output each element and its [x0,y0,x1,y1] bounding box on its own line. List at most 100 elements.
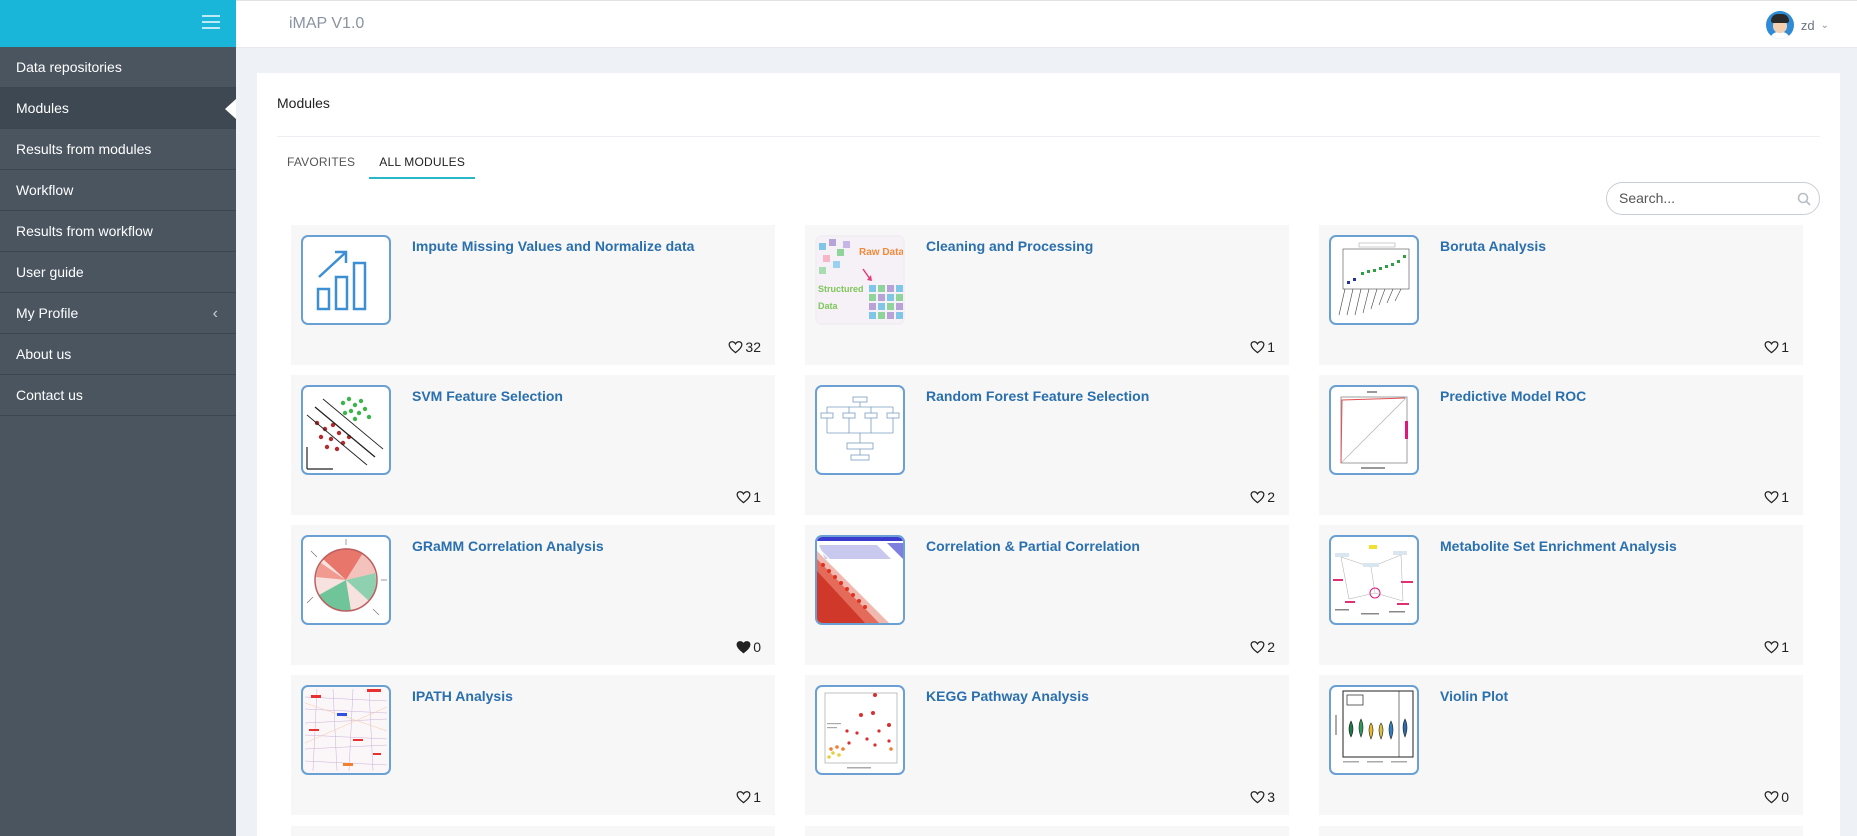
svm-scatter-icon [301,385,391,475]
sidebar-item-results-from-workflow[interactable]: Results from workflow [0,211,236,252]
module-card[interactable]: GRaMM Correlation Analysis 0 [291,525,775,665]
like-count: 1 [1781,639,1789,655]
sidebar-item-label: About us [16,346,72,362]
heart-outline-icon[interactable] [1764,640,1779,654]
boruta-plot-icon [1329,235,1419,325]
module-title[interactable]: SVM Feature Selection [412,388,563,404]
module-title[interactable]: Predictive Model ROC [1440,388,1586,404]
heart-filled-icon[interactable] [736,640,751,654]
module-card[interactable]: Metabolite Set Enrichment Analysis 1 [1319,525,1803,665]
heart-outline-icon[interactable] [728,340,743,354]
heart-outline-icon[interactable] [1250,790,1265,804]
tab-favorites[interactable]: FAVORITES [277,155,365,179]
sidebar-item-label: Contact us [16,387,83,403]
enrichment-network-icon [1329,535,1419,625]
like-counter[interactable]: 0 [736,639,761,655]
module-card[interactable]: KEGG Pathway Analysis 3 [805,675,1289,815]
heart-outline-icon[interactable] [1250,640,1265,654]
heart-outline-icon[interactable] [1250,340,1265,354]
roc-curve-icon [1329,385,1419,475]
page-title: Modules [277,95,330,111]
correlation-matrix-icon [815,535,905,625]
sidebar-item-workflow[interactable]: Workflow [0,170,236,211]
module-card[interactable]: Violin Plot 0 [1319,675,1803,815]
like-count: 2 [1267,489,1275,505]
user-menu[interactable]: zd ⌄ [1765,11,1829,39]
module-title[interactable]: GRaMM Correlation Analysis [412,538,604,554]
heart-outline-icon[interactable] [1764,340,1779,354]
module-card-partial[interactable] [291,826,775,836]
like-counter[interactable]: 1 [1764,639,1789,655]
sidebar-item-about-us[interactable]: About us [0,334,236,375]
module-title[interactable]: Random Forest Feature Selection [926,388,1149,404]
module-card[interactable]: IPATH Analysis 1 [291,675,775,815]
sidebar-header [0,0,236,47]
like-count: 1 [1781,489,1789,505]
sidebar-item-contact-us[interactable]: Contact us [0,375,236,416]
like-count: 1 [753,489,761,505]
sidebar-item-modules[interactable]: Modules [0,88,236,129]
sidebar-item-data-repositories[interactable]: Data repositories [0,47,236,88]
search-box [1606,182,1820,215]
like-counter[interactable]: 1 [1764,339,1789,355]
like-count: 0 [753,639,761,655]
hamburger-menu-icon[interactable] [202,15,220,29]
like-counter[interactable]: 2 [1250,639,1275,655]
like-counter[interactable]: 1 [1764,489,1789,505]
module-title[interactable]: Metabolite Set Enrichment Analysis [1440,538,1677,554]
module-title[interactable]: Correlation & Partial Correlation [926,538,1140,554]
module-card[interactable]: Correlation & Partial Correlation 2 [805,525,1289,665]
heart-outline-icon[interactable] [1764,490,1779,504]
module-tabs: FAVORITES ALL MODULES [277,155,479,179]
chevron-down-icon: ⌄ [1820,19,1829,31]
module-card-partial[interactable] [805,826,1289,836]
module-title[interactable]: KEGG Pathway Analysis [926,688,1089,704]
module-card[interactable]: SVM Feature Selection 1 [291,375,775,515]
heart-outline-icon[interactable] [736,490,751,504]
like-counter[interactable]: 1 [736,489,761,505]
like-count: 2 [1267,639,1275,655]
pathway-map-icon [301,685,391,775]
sidebar-item-results-from-modules[interactable]: Results from modules [0,129,236,170]
module-card-partial[interactable] [1319,826,1803,836]
like-counter[interactable]: 32 [728,339,761,355]
sidebar-item-label: Results from workflow [16,223,153,239]
sidebar-nav: Data repositories Modules Results from m… [0,47,236,416]
like-counter[interactable]: 1 [1250,339,1275,355]
sidebar: Data repositories Modules Results from m… [0,0,236,836]
heart-outline-icon[interactable] [1764,790,1779,804]
heart-outline-icon[interactable] [1250,490,1265,504]
module-card[interactable]: Random Forest Feature Selection 2 [805,375,1289,515]
module-title[interactable]: Impute Missing Values and Normalize data [412,238,694,254]
like-count: 32 [745,339,761,355]
search-input[interactable] [1619,190,1789,206]
search-icon[interactable] [1797,192,1811,206]
like-count: 1 [753,789,761,805]
sidebar-item-my-profile[interactable]: My Profile ‹ [0,293,236,334]
user-name: zd [1800,17,1815,33]
module-title[interactable]: Cleaning and Processing [926,238,1093,254]
chevron-left-icon: ‹ [212,305,218,322]
sidebar-item-user-guide[interactable]: User guide [0,252,236,293]
module-title[interactable]: Boruta Analysis [1440,238,1546,254]
like-count: 1 [1781,339,1789,355]
module-card[interactable]: Boruta Analysis 1 [1319,225,1803,365]
like-counter[interactable]: 3 [1250,789,1275,805]
top-header: iMAP V1.0 zd ⌄ [236,0,1857,48]
like-counter[interactable]: 2 [1250,489,1275,505]
violin-plot-icon [1329,685,1419,775]
tab-all-modules[interactable]: ALL MODULES [369,155,476,179]
kegg-scatter-icon [815,685,905,775]
raw-structured-data-icon: Raw Data Structured Data [815,235,905,325]
like-counter[interactable]: 0 [1764,789,1789,805]
heart-outline-icon[interactable] [736,790,751,804]
module-title[interactable]: Violin Plot [1440,688,1508,704]
bar-chart-up-icon [301,235,391,325]
module-title[interactable]: IPATH Analysis [412,688,513,704]
next-row-cards [291,826,1803,836]
modules-panel: Modules FAVORITES ALL MODULES Impute M [257,73,1840,836]
like-counter[interactable]: 1 [736,789,761,805]
module-card[interactable]: Impute Missing Values and Normalize data… [291,225,775,365]
module-card[interactable]: Raw Data Structured Data Cleaning and Pr… [805,225,1289,365]
module-card[interactable]: Predictive Model ROC 1 [1319,375,1803,515]
